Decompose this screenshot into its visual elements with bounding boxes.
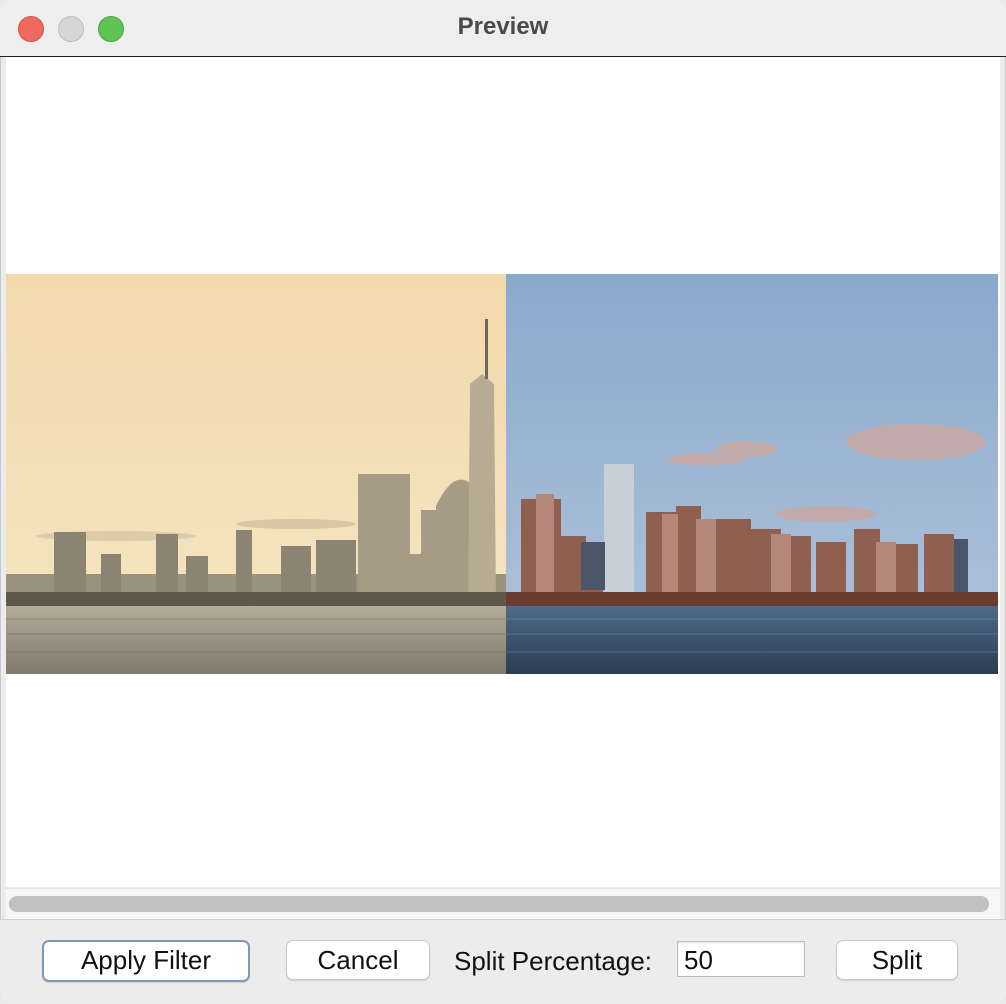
split-percentage-input[interactable]: 50 [677,941,805,977]
scrollbar-thumb[interactable] [9,896,989,912]
preview-canvas [6,57,1000,887]
title-bar[interactable]: Preview [0,0,1006,57]
apply-filter-button[interactable]: Apply Filter [42,940,250,982]
action-bar: Apply Filter Cancel Split Percentage: 50… [0,919,1006,1004]
preview-window: Preview Apply Filter Cancel Split Percen… [0,0,1006,1004]
window-title: Preview [457,13,549,40]
cancel-button[interactable]: Cancel [286,940,430,980]
sepia-half [6,274,506,674]
split-preview-image [6,274,998,674]
split-button[interactable]: Split [836,940,958,980]
split-percentage-label: Split Percentage: [454,946,653,976]
original-half [506,274,998,674]
horizontal-scrollbar[interactable] [6,888,1000,919]
